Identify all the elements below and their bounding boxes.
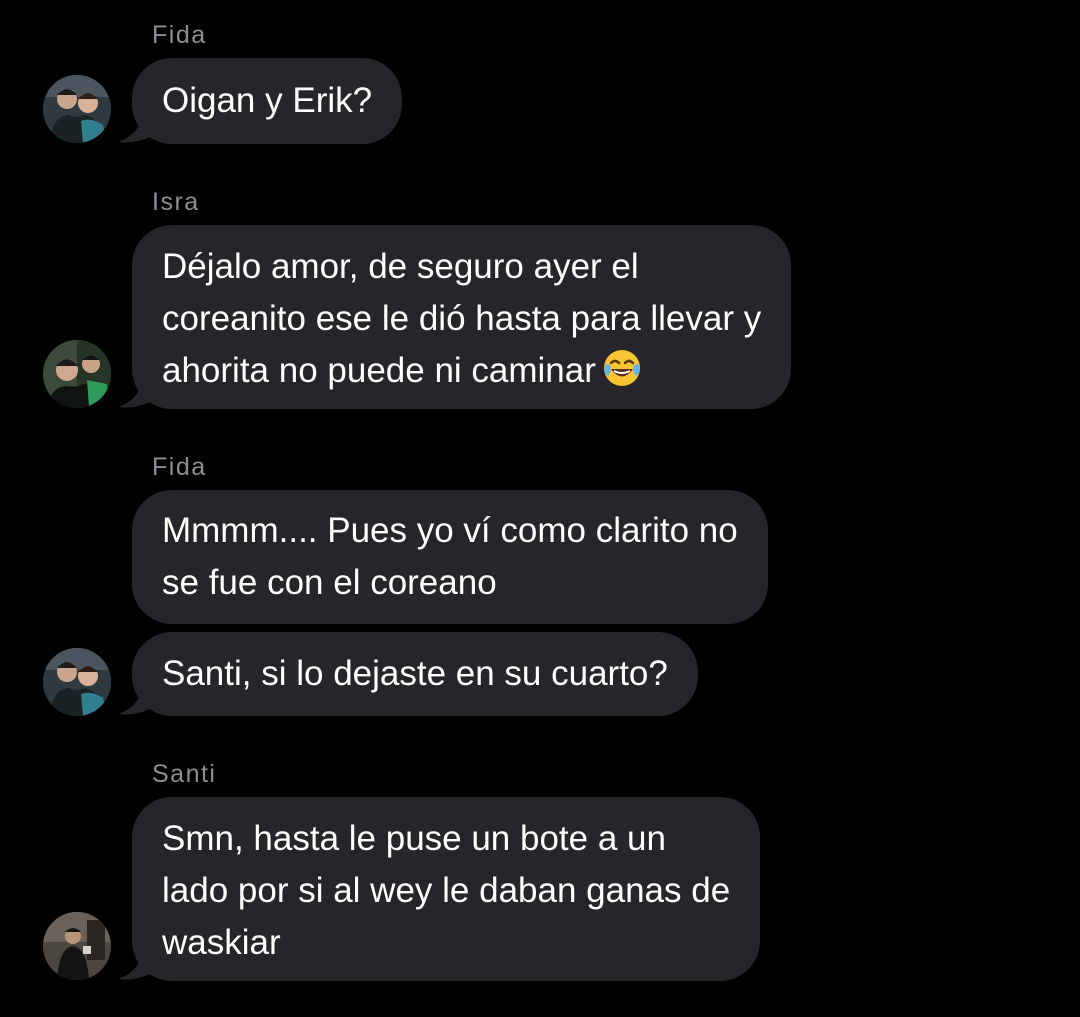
- message-text-content: Déjalo amor, de seguro ayer el coreanito…: [162, 247, 762, 390]
- fida-avatar[interactable]: [43, 75, 111, 143]
- sender-name: Fida: [152, 21, 207, 49]
- message-text: Smn, hasta le puse un bote a un lado por…: [162, 819, 731, 962]
- message-bubble[interactable]: Déjalo amor, de seguro ayer el coreanito…: [132, 225, 792, 409]
- message-text: Oigan y Erik?: [162, 81, 373, 120]
- sender-name: Santi: [152, 760, 217, 788]
- bubble-tail: [118, 941, 158, 980]
- message-text: Santi, si lo dejaste en su cuarto?: [162, 654, 668, 693]
- two-men-photo-avatar-icon: [43, 75, 111, 143]
- two-men-photo-avatar-icon: [43, 340, 111, 408]
- message-bubble[interactable]: Mmmm.... Pues yo ví como clarito no se f…: [132, 490, 768, 624]
- isra-avatar[interactable]: [43, 340, 111, 408]
- message-text: Déjalo amor, de seguro ayer el coreanito…: [162, 241, 761, 397]
- face-with-tears-of-joy-icon: [603, 350, 640, 386]
- sender-name: Fida: [152, 453, 207, 481]
- message-bubble[interactable]: Santi, si lo dejaste en su cuarto?: [132, 632, 698, 716]
- two-men-photo-avatar-icon: [43, 648, 111, 716]
- sender-name: Isra: [152, 188, 200, 216]
- bubble-tail: [118, 676, 158, 715]
- santi-avatar[interactable]: [43, 912, 111, 980]
- fida-avatar[interactable]: [43, 648, 111, 716]
- bubble-tail: [118, 104, 158, 143]
- bubble-tail: [118, 369, 158, 408]
- message-bubble[interactable]: Oigan y Erik?: [132, 58, 403, 144]
- message-bubble[interactable]: Smn, hasta le puse un bote a un lado por…: [132, 797, 761, 981]
- message-text: Mmmm.... Pues yo ví como clarito no se f…: [162, 511, 738, 602]
- single-person-photo-avatar-icon: [43, 912, 111, 980]
